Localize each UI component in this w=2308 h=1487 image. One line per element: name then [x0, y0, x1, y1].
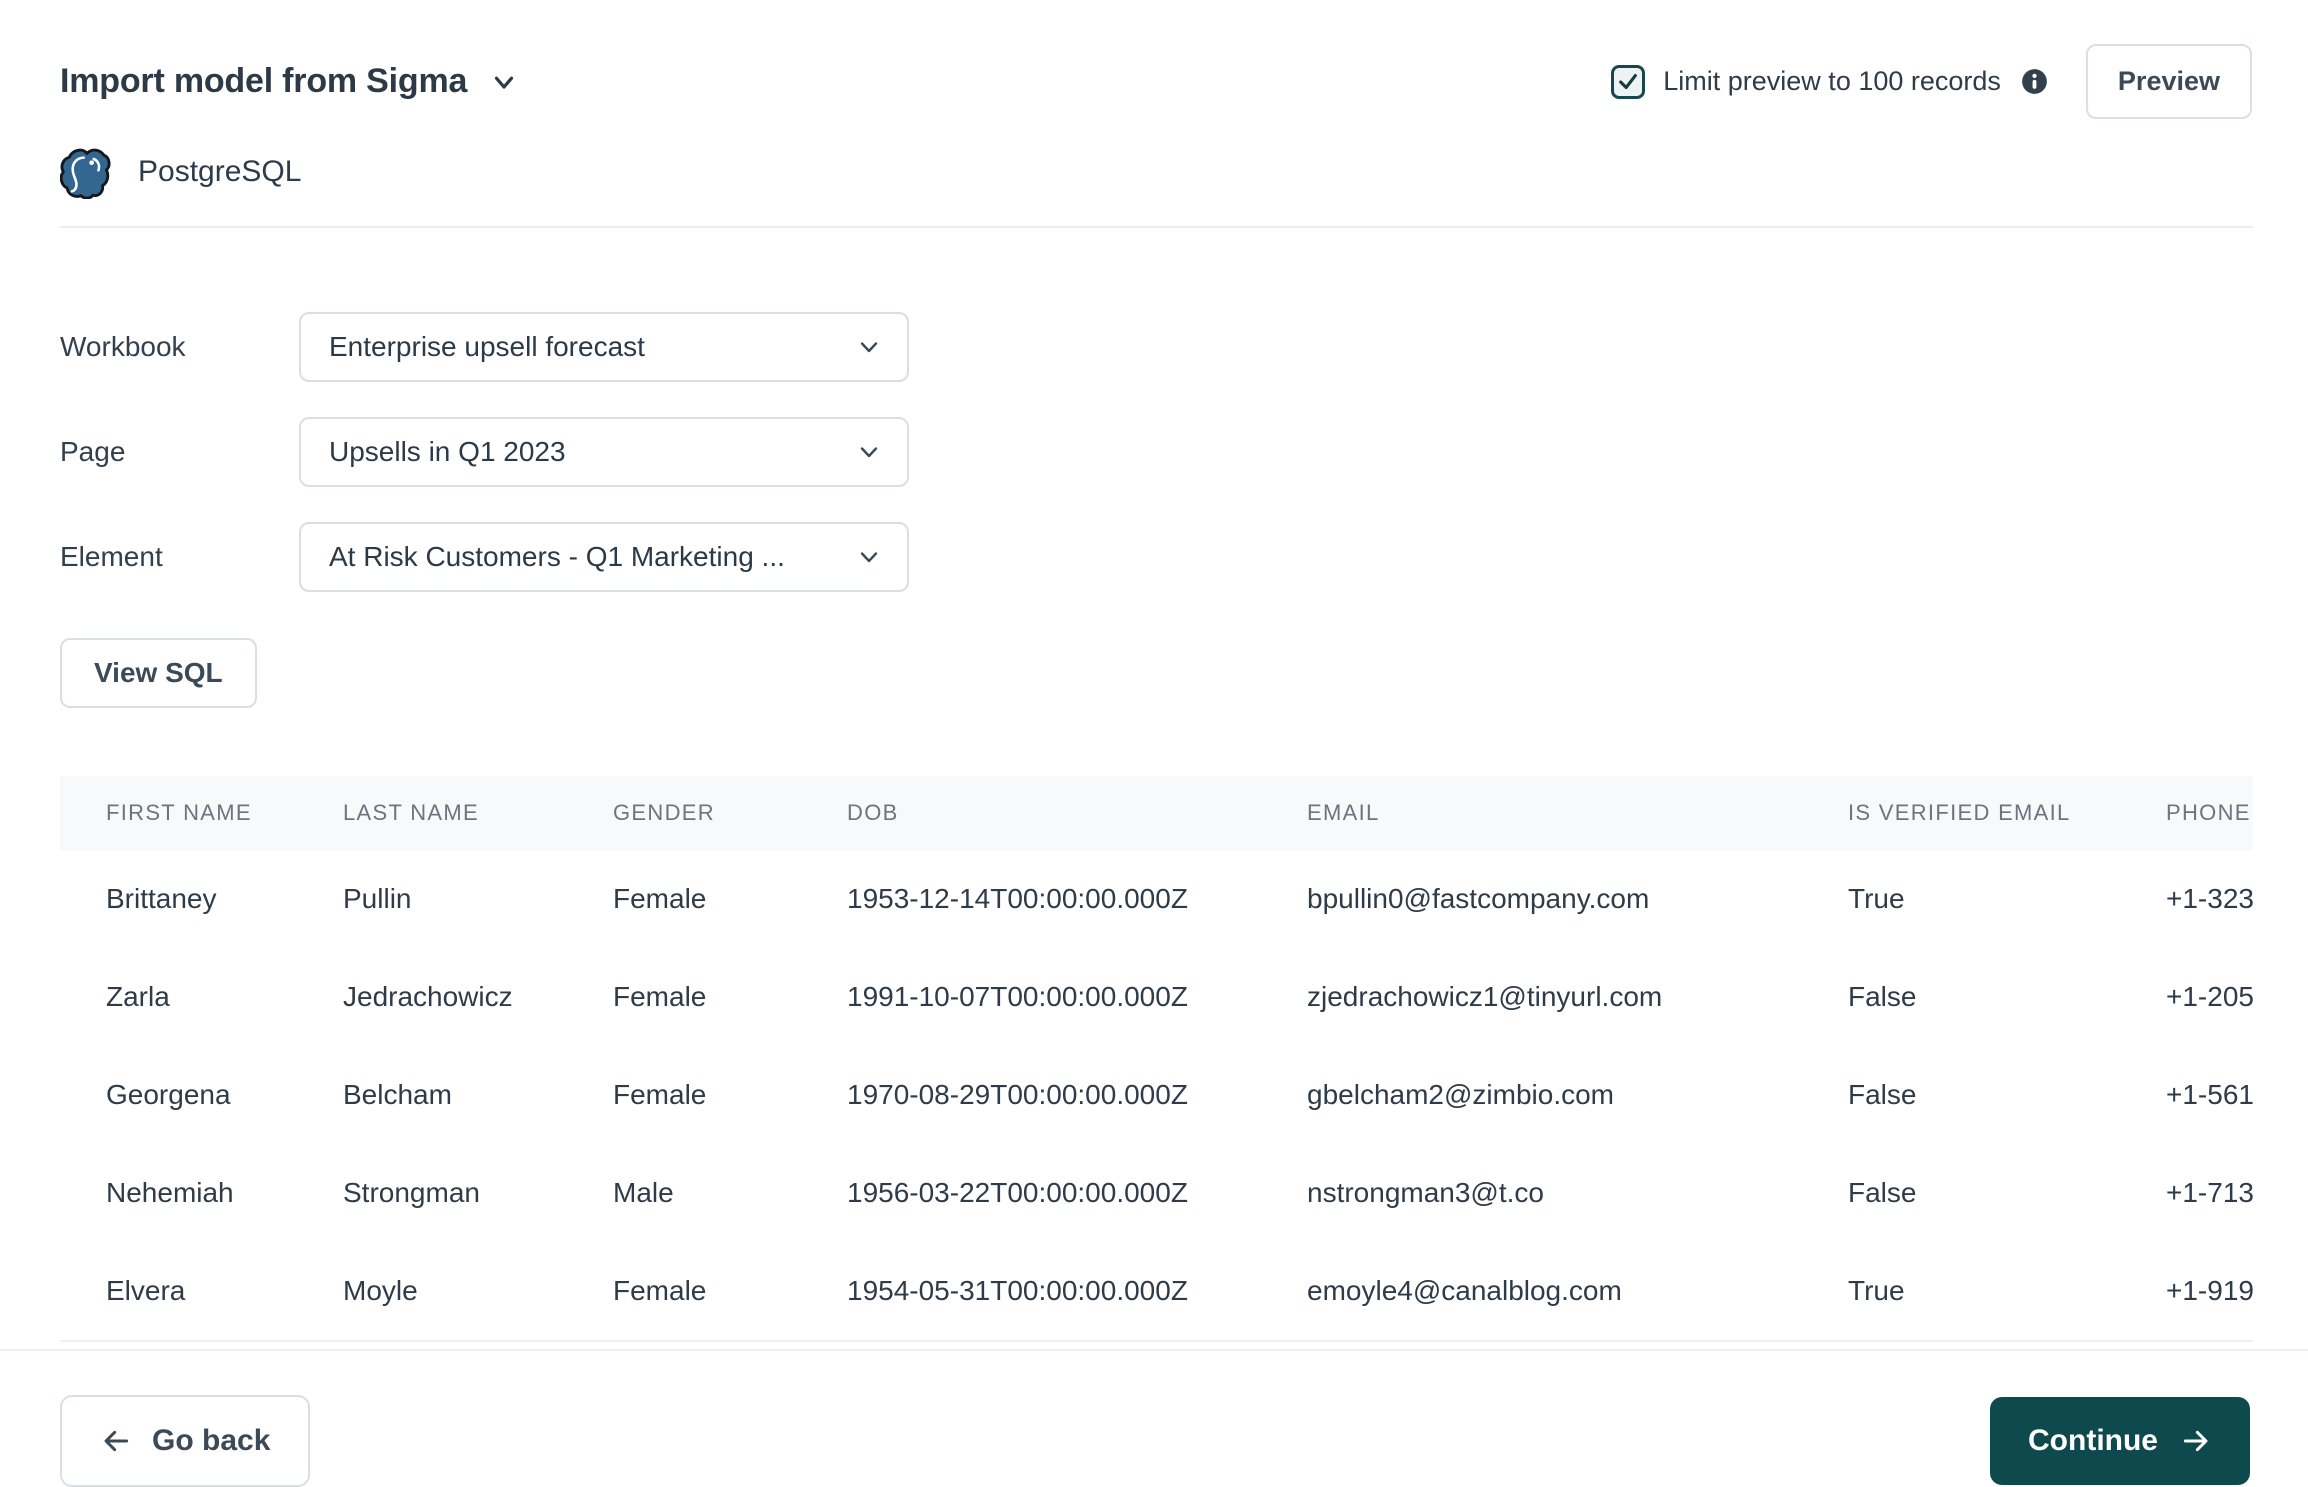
element-select-value: At Risk Customers - Q1 Marketing ...: [329, 541, 785, 572]
table-cell: False: [1848, 1177, 1917, 1208]
table-cell: bpullin0@fastcompany.com: [1307, 883, 1650, 914]
table-cell: Belcham: [343, 1079, 452, 1110]
table-cell: +1-919-39: [2166, 1275, 2253, 1306]
chevron-down-icon: [860, 342, 878, 353]
element-label: Element: [60, 541, 163, 572]
check-icon: [1619, 73, 1638, 89]
source-row: PostgreSQL: [0, 145, 2308, 199]
column-header: IS VERIFIED EMAIL: [1848, 800, 2071, 825]
limit-preview-label: Limit preview to 100 records: [1663, 66, 2001, 96]
continue-button[interactable]: Continue: [1990, 1397, 2250, 1485]
workbook-label: Workbook: [60, 331, 186, 362]
go-back-button[interactable]: Go back: [60, 1395, 311, 1487]
element-field-row: Element At Risk Customers - Q1 Marketing…: [60, 522, 2248, 592]
chevron-down-icon: [860, 447, 878, 458]
workbook-field-row: Workbook Enterprise upsell forecast: [60, 312, 2248, 382]
page-select-value: Upsells in Q1 2023: [329, 436, 566, 467]
table-cell: emoyle4@canalblog.com: [1307, 1275, 1622, 1306]
limit-preview-checkbox-group[interactable]: Limit preview to 100 records: [1611, 64, 2048, 99]
info-icon[interactable]: [2021, 68, 2048, 95]
preview-button[interactable]: Preview: [2085, 44, 2252, 119]
table-cell: Moyle: [343, 1275, 418, 1306]
table-cell: Female: [613, 883, 707, 914]
table-cell: Jedrachowicz: [343, 981, 513, 1012]
table-cell: +1-323-6: [2166, 883, 2253, 914]
table-cell: +1-205-18: [2166, 981, 2253, 1012]
column-header: FIRST NAME: [106, 800, 252, 825]
table-cell: Zarla: [106, 981, 170, 1012]
column-header: PHONE: [2166, 800, 2251, 825]
table-cell: +1-713-88: [2166, 1177, 2253, 1208]
table-header-row: FIRST NAME LAST NAME GENDER DOB EMAIL IS VERI…: [60, 776, 2253, 850]
topbar-controls: Limit preview to 100 records Preview: [1611, 44, 2252, 119]
table-cell: Female: [613, 1275, 707, 1306]
arrow-left-icon: [104, 1430, 129, 1452]
go-back-label: Go back: [152, 1424, 271, 1457]
table-cell: Pullin: [343, 883, 412, 914]
table-cell: 1954-05-31T00:00:00.000Z: [847, 1275, 1188, 1306]
view-sql-button[interactable]: View SQL: [60, 638, 257, 708]
page-select[interactable]: Upsells in Q1 2023: [299, 417, 909, 487]
page-field-row: Page Upsells in Q1 2023: [60, 417, 2248, 487]
table-cell: False: [1848, 981, 1917, 1012]
arrow-right-icon: [2183, 1430, 2208, 1452]
chevron-down-icon: [495, 76, 514, 89]
table-cell: gbelcham2@zimbio.com: [1307, 1079, 1614, 1110]
table-cell: Nehemiah: [106, 1177, 234, 1208]
table-cell: 1953-12-14T00:00:00.000Z: [847, 883, 1188, 914]
table-row: Elvera Moyle Female 1954-05-31T00:00:00.000…: [60, 1242, 2253, 1340]
topbar: Import model from Sigma Limit preview to…: [0, 0, 2308, 119]
workbook-select-value: Enterprise upsell forecast: [329, 331, 645, 362]
table-cell: 1956-03-22T00:00:00.000Z: [847, 1177, 1188, 1208]
table-cell: True: [1848, 883, 1905, 914]
limit-preview-checkbox[interactable]: [1611, 64, 1646, 99]
table-cell: Female: [613, 981, 707, 1012]
import-form: Workbook Enterprise upsell forecast Page…: [0, 312, 2308, 592]
table-cell: True: [1848, 1275, 1905, 1306]
column-header: LAST NAME: [343, 800, 479, 825]
table-cell: 1970-08-29T00:00:00.000Z: [847, 1079, 1188, 1110]
table-row: Brittaney Pullin Female 1953-12-14T00:00:00…: [60, 850, 2253, 948]
column-header: DOB: [847, 800, 899, 825]
table-cell: Elvera: [106, 1275, 186, 1306]
table-row: Zarla Jedrachowicz Female 1991-10-07T00:00:…: [60, 948, 2253, 1046]
source-name: PostgreSQL: [138, 155, 302, 188]
page-title: Import model from Sigma: [60, 62, 468, 100]
table-cell: False: [1848, 1079, 1917, 1110]
table-cell: Brittaney: [106, 883, 217, 914]
column-header: EMAIL: [1307, 800, 1380, 825]
footer: Go back Continue: [0, 1349, 2308, 1487]
chevron-down-icon: [860, 552, 878, 563]
table-row: Georgena Belcham Female 1970-08-29T00:00:00…: [60, 1046, 2253, 1144]
continue-label: Continue: [2028, 1424, 2158, 1457]
table-cell: Male: [613, 1177, 674, 1208]
table-row: Nehemiah Strongman Male 1956-03-22T00:00:00…: [60, 1144, 2253, 1242]
model-source-selector[interactable]: Import model from Sigma: [60, 62, 519, 101]
table-cell: zjedrachowicz1@tinyurl.com: [1307, 981, 1663, 1012]
preview-table-container: FIRST NAME LAST NAME GENDER DOB EMAIL IS VERI…: [60, 776, 2253, 1342]
table-body: Brittaney Pullin Female 1953-12-14T00:00:00…: [60, 850, 2253, 1340]
table-cell: Strongman: [343, 1177, 480, 1208]
table-cell: Female: [613, 1079, 707, 1110]
table-cell: nstrongman3@t.co: [1307, 1177, 1544, 1208]
postgresql-logo-icon: [60, 148, 111, 199]
table-cell: 1991-10-07T00:00:00.000Z: [847, 981, 1188, 1012]
column-header: GENDER: [613, 800, 715, 825]
table-cell: Georgena: [106, 1079, 231, 1110]
preview-table: FIRST NAME LAST NAME GENDER DOB EMAIL IS VERI…: [60, 776, 2253, 1340]
element-select[interactable]: At Risk Customers - Q1 Marketing ...: [299, 522, 909, 592]
workbook-select[interactable]: Enterprise upsell forecast: [299, 312, 909, 382]
page-label: Page: [60, 436, 126, 467]
table-cell: +1-561-92: [2166, 1079, 2253, 1110]
header-divider: [60, 226, 2253, 228]
